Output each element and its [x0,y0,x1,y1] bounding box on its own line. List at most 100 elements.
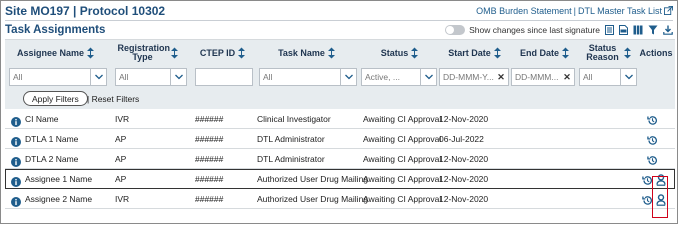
cell-regtype: AP [115,154,127,164]
filter-placeholder: DD-MMM-Y... [443,72,494,82]
registration-type-filter-select[interactable]: All [115,68,187,86]
table-row: CI Name IVR ###### Clinical Investigator Awa… [5,109,675,129]
info-icon[interactable] [11,194,21,212]
section-title: Task Assignments [5,24,106,36]
start-date-filter-input[interactable]: DD-MMM-Y... ✕ [439,68,509,86]
cell-assignee: DTLA 1 Name [25,134,79,144]
columns-icon[interactable] [633,25,643,35]
task-assignments-table: Assignee Name Registration Type CTEP ID … [5,39,675,209]
cell-task: DTL Administrator [257,154,325,164]
table-body: CI Name IVR ###### Clinical Investigator Awa… [5,109,675,209]
external-link-icon[interactable] [664,5,673,17]
column-header-ctep-id[interactable]: CTEP ID [191,40,255,66]
filter-buttons-row: Apply Filters | Reset Filters [5,89,675,109]
omb-burden-link[interactable]: OMB Burden Statement [476,6,572,16]
table-row: DTLA 1 Name AP ###### DTL Administrator Awai… [5,129,675,149]
cell-task: Clinical Investigator [257,114,331,124]
cell-ctep: ###### [195,174,224,184]
cell-start: 12-Nov-2020 [439,114,489,124]
column-label: Task Name [278,47,325,58]
clear-icon[interactable]: ✕ [496,71,506,83]
cell-regtype: IVR [115,194,130,204]
filter-value: All [119,72,129,82]
sort-icon[interactable] [237,47,246,59]
sort-icon[interactable] [561,47,570,59]
cell-status: Awaiting CI Approval [363,114,442,124]
chevron-down-icon[interactable] [90,69,106,85]
status-reason-filter-select[interactable]: All [579,68,637,86]
chevron-down-icon[interactable] [420,69,436,85]
cell-regtype: AP [115,174,127,184]
chevron-down-icon[interactable] [340,69,356,85]
chevron-down-icon[interactable] [170,69,186,85]
pdf-icon[interactable] [619,25,628,35]
show-changes-label: Show changes since last signature [469,25,600,35]
apply-filters-button[interactable]: Apply Filters [23,91,88,106]
column-header-assignee[interactable]: Assignee Name [9,40,103,66]
dtl-master-task-list-link[interactable]: DTL Master Task List [578,6,662,16]
cell-start: 12-Nov-2020 [439,154,489,164]
column-label: End Date [519,47,559,58]
filter-value: All [13,72,23,82]
column-header-start-date[interactable]: Start Date [439,40,511,66]
cell-task: Authorized User Drug Mailing [257,194,369,204]
column-label: Assignee Name [16,47,85,58]
section-header: Task Assignments Show changes since last… [5,23,673,37]
sort-icon[interactable] [86,47,95,59]
clear-icon[interactable]: ✕ [562,71,572,83]
table-header: Assignee Name Registration Type CTEP ID … [5,39,675,65]
sort-icon[interactable] [410,47,419,59]
filter-value: All [583,72,593,82]
reset-filters-link[interactable]: | Reset Filters [87,94,139,104]
column-header-status[interactable]: Status [363,40,437,66]
cell-ctep: ###### [195,194,224,204]
cell-status: Awaiting CI Approval [363,134,442,144]
chevron-down-icon[interactable] [620,69,636,85]
header-divider [5,20,673,21]
task-name-filter-select[interactable]: All [259,68,357,86]
column-header-registration-type[interactable]: Registration Type [109,40,187,66]
cell-status: Awaiting CI Approval [363,154,442,164]
top-bar: Site MO197 | Protocol 10302 OMB Burden S… [5,4,673,18]
download-icon[interactable] [663,25,673,35]
show-changes-toggle[interactable] [445,25,466,35]
end-date-filter-input[interactable]: DD-MMM... ✕ [511,68,575,86]
column-header-end-date[interactable]: End Date [513,40,577,66]
column-header-status-reason[interactable]: Status Reason [579,40,637,66]
filter-placeholder: DD-MMM... [515,72,559,82]
cell-ctep: ###### [195,134,224,144]
link-separator: | [573,6,576,16]
column-label: Start Date [448,47,491,58]
filter-icon[interactable] [648,25,658,35]
site-title: Site MO197 | Protocol 10302 [5,4,166,18]
table-tools: Show changes since last signature [445,25,673,35]
cell-status: Awaiting CI Approval [363,174,442,184]
column-header-task-name[interactable]: Task Name [259,40,355,66]
filter-value: All [263,72,273,82]
cell-assignee: Assignee 1 Name [25,174,93,184]
cell-assignee: DTLA 2 Name [25,154,79,164]
column-label: CTEP ID [199,47,236,58]
status-filter-select[interactable]: Active, ... [361,68,437,86]
rows-icon[interactable] [605,25,614,35]
sort-icon[interactable] [623,47,632,59]
table-row: Assignee 1 Name AP ###### Authorized User D… [5,169,675,189]
column-label: Actions [639,47,673,58]
page: Site MO197 | Protocol 10302 OMB Burden S… [0,0,678,224]
ctep-id-filter-input[interactable] [195,68,253,86]
cell-ctep: ###### [195,114,224,124]
sort-icon[interactable] [493,47,502,59]
column-label: Status Reason [586,43,619,62]
cell-start: 12-Nov-2020 [439,194,489,204]
column-label: Registration Type [117,43,171,62]
cell-ctep: ###### [195,154,224,164]
cell-task: DTL Administrator [257,134,325,144]
sort-icon[interactable] [327,47,336,59]
column-label: Status [380,47,409,58]
highlight-box [652,176,668,218]
sort-icon[interactable] [170,47,179,59]
cell-task: Authorized User Drug Mailing [257,174,369,184]
assignee-filter-select[interactable]: All [9,68,107,86]
table-row: DTLA 2 Name AP ###### DTL Administrator Awai… [5,149,675,169]
column-header-actions: Actions [637,40,675,66]
